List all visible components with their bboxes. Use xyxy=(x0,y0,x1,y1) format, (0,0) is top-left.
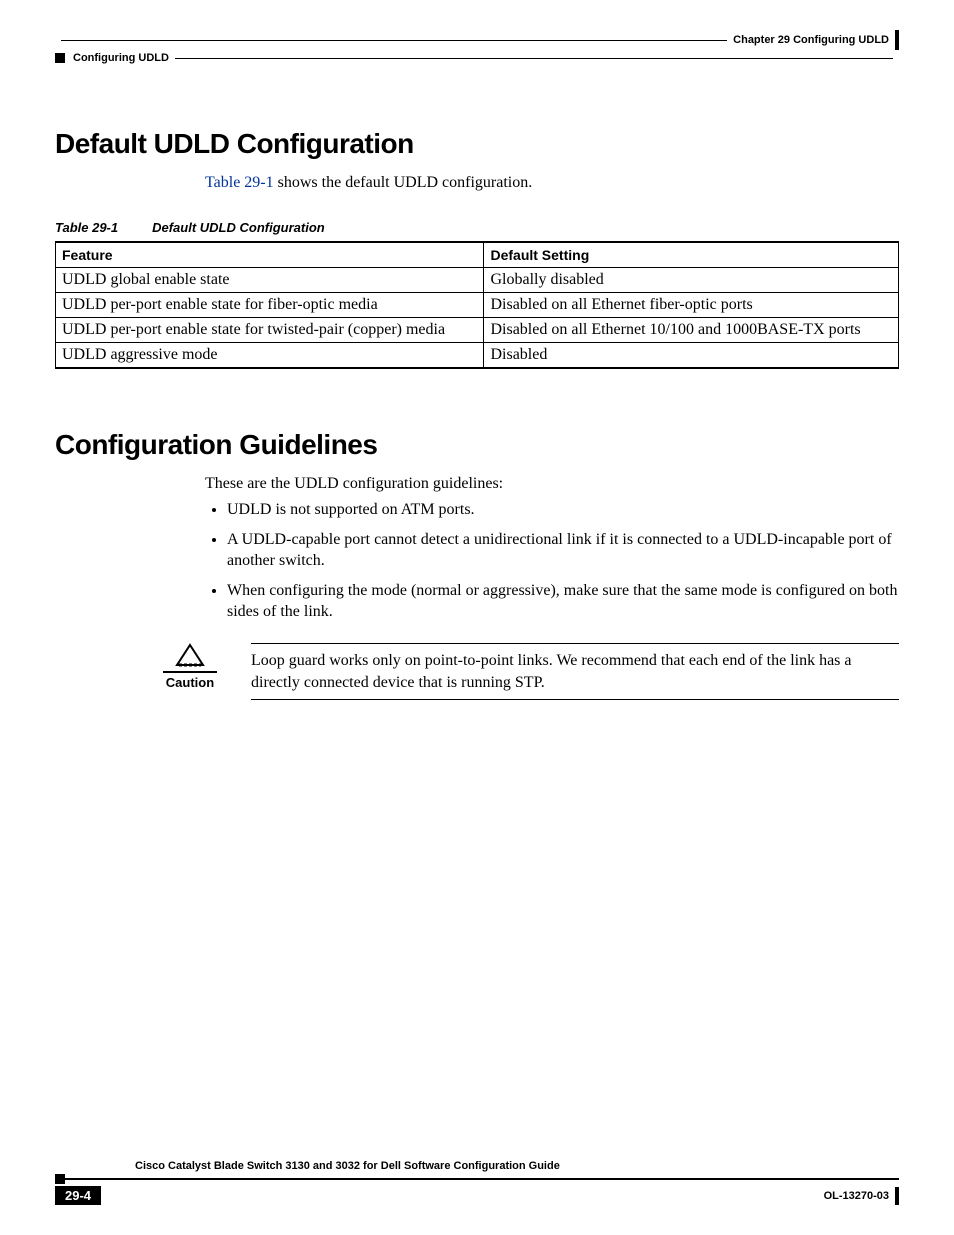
heading-default-config: Default UDLD Configuration xyxy=(55,128,899,160)
table-row: UDLD per-port enable state for twisted-p… xyxy=(56,318,899,343)
chapter-label: Chapter 29 Configuring UDLD xyxy=(733,34,889,46)
table-xref-link[interactable]: Table 29-1 xyxy=(205,174,274,191)
cell-default: Disabled on all Ethernet fiber-optic por… xyxy=(484,293,899,318)
table-row: UDLD aggressive mode Disabled xyxy=(56,343,899,369)
footer-block-icon xyxy=(55,1174,65,1184)
cell-feature: UDLD per-port enable state for fiber-opt… xyxy=(56,293,484,318)
caution-label: Caution xyxy=(166,675,214,690)
col-default: Default Setting xyxy=(484,242,899,268)
col-feature: Feature xyxy=(56,242,484,268)
table-row: UDLD per-port enable state for fiber-opt… xyxy=(56,293,899,318)
footer-bar-icon xyxy=(895,1187,899,1205)
cell-feature: UDLD global enable state xyxy=(56,268,484,293)
cell-default: Disabled on all Ethernet 10/100 and 1000… xyxy=(484,318,899,343)
cell-feature: UDLD aggressive mode xyxy=(56,343,484,369)
header-block-icon xyxy=(55,53,65,63)
page-number: 29-4 xyxy=(55,1186,101,1205)
table-row: UDLD global enable state Globally disabl… xyxy=(56,268,899,293)
guidelines-list: UDLD is not supported on ATM ports. A UD… xyxy=(205,499,899,623)
caution-icon xyxy=(175,643,205,667)
page-footer: Cisco Catalyst Blade Switch 3130 and 303… xyxy=(55,1160,899,1205)
guidelines-intro: These are the UDLD configuration guideli… xyxy=(205,475,899,493)
list-item: When configuring the mode (normal or agg… xyxy=(227,580,899,623)
cell-default: Globally disabled xyxy=(484,268,899,293)
section-label: Configuring UDLD xyxy=(73,52,169,64)
doc-title: Cisco Catalyst Blade Switch 3130 and 303… xyxy=(135,1160,899,1172)
cell-default: Disabled xyxy=(484,343,899,369)
list-item: UDLD is not supported on ATM ports. xyxy=(227,499,899,521)
intro-paragraph: Table 29-1 shows the default UDLD config… xyxy=(205,174,899,192)
cell-feature: UDLD per-port enable state for twisted-p… xyxy=(56,318,484,343)
doc-code: OL-13270-03 xyxy=(824,1190,889,1202)
page-header: Chapter 29 Configuring UDLD Configuring … xyxy=(55,30,899,68)
table-caption: Table 29-1 Default UDLD Configuration xyxy=(55,220,899,235)
config-table: Feature Default Setting UDLD global enab… xyxy=(55,241,899,369)
table-title: Default UDLD Configuration xyxy=(152,220,325,235)
table-number: Table 29-1 xyxy=(55,220,118,235)
heading-guidelines: Configuration Guidelines xyxy=(55,429,899,461)
intro-text: shows the default UDLD configuration. xyxy=(274,174,533,191)
caution-block: Caution Loop guard works only on point-t… xyxy=(155,643,899,700)
header-bar-icon xyxy=(895,30,899,50)
caution-text: Loop guard works only on point-to-point … xyxy=(251,643,899,700)
list-item: A UDLD-capable port cannot detect a unid… xyxy=(227,529,899,572)
